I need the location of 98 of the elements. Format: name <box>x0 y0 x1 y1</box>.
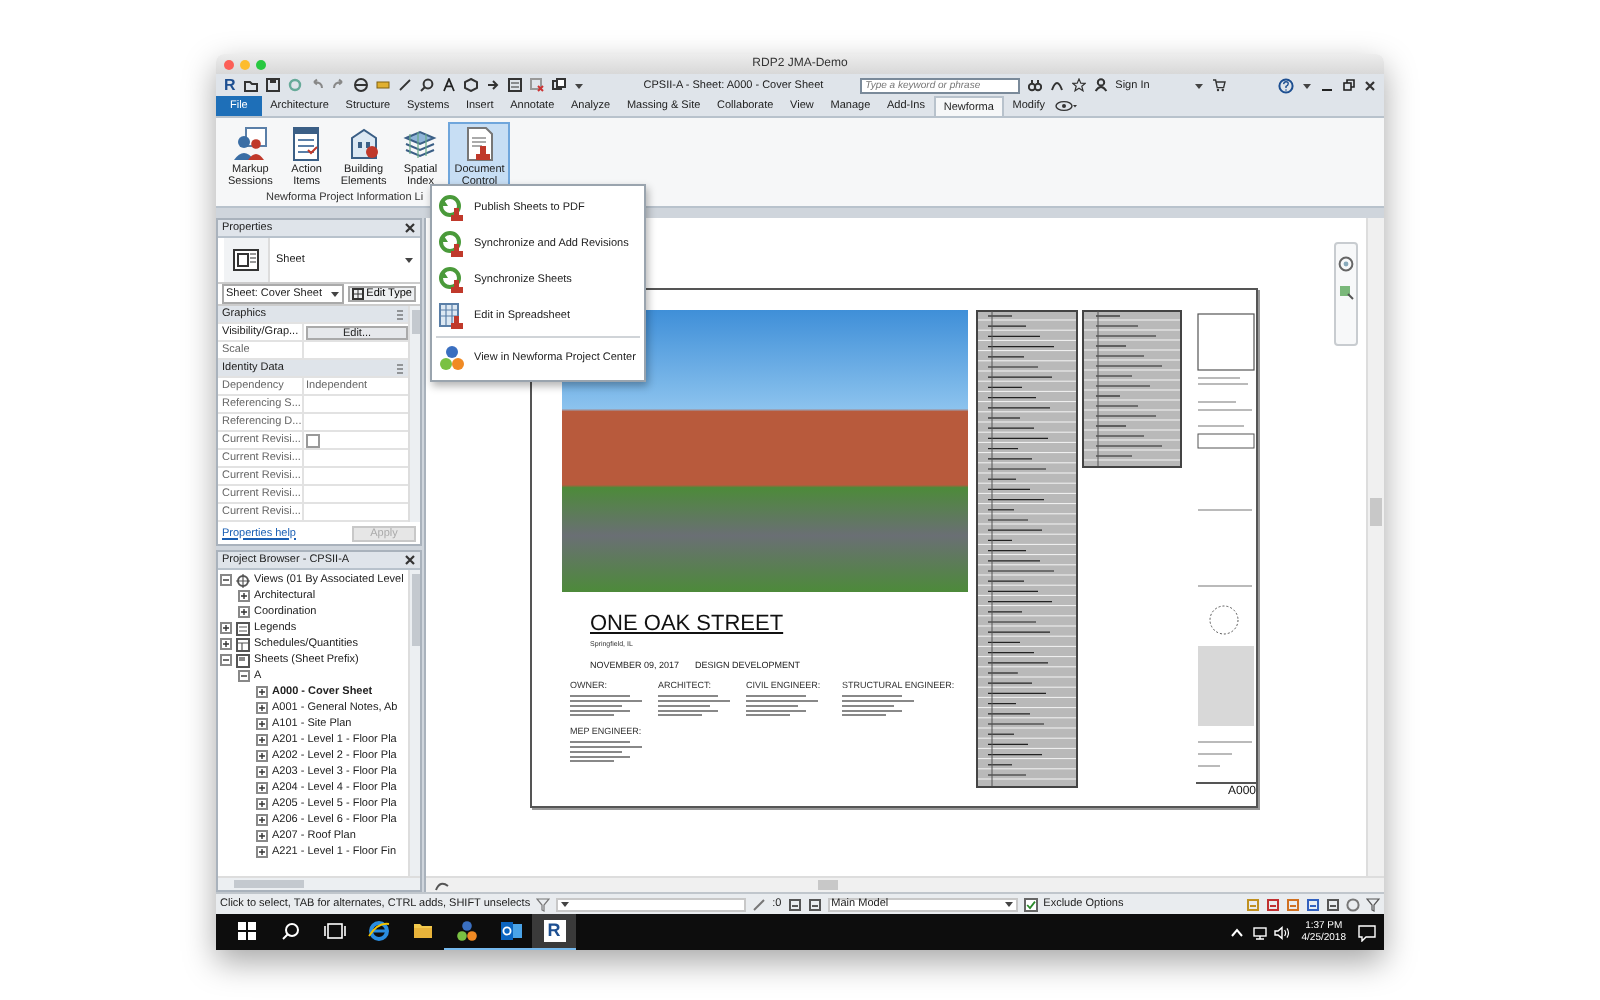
expand-toggle[interactable] <box>238 590 250 602</box>
views-icon <box>236 573 250 587</box>
task-view-icon[interactable] <box>323 922 345 940</box>
circle-icon[interactable] <box>1346 897 1360 911</box>
sync-stamp-icon <box>438 266 466 294</box>
expand-toggle[interactable] <box>256 702 268 714</box>
mail-icon[interactable] <box>499 920 521 942</box>
close-icon[interactable] <box>404 222 416 234</box>
address-lines-drawing <box>658 692 734 716</box>
navigation-bar[interactable] <box>1334 242 1358 346</box>
star-icon[interactable] <box>1071 78 1086 92</box>
taskbar-button[interactable]: R <box>532 914 576 950</box>
volume-icon[interactable] <box>1273 925 1290 939</box>
project-title: ONE OAK STREET <box>590 612 786 636</box>
caret-icon <box>560 900 571 908</box>
sync-stamp-icon <box>438 230 466 258</box>
restore-icon[interactable] <box>1342 78 1356 92</box>
filter-icon[interactable] <box>536 897 551 911</box>
view-3d-icon[interactable] <box>463 78 478 92</box>
scrollbar[interactable] <box>408 306 420 522</box>
sheets-icon <box>236 653 250 667</box>
expand-toggle[interactable] <box>256 814 268 826</box>
expand-toggle[interactable] <box>256 830 268 842</box>
document-stamp-icon[interactable] <box>461 126 498 162</box>
revit-app-icon[interactable]: R <box>543 920 565 942</box>
circles-icon <box>438 344 466 372</box>
visibility-toggle-icon[interactable] <box>1053 96 1078 116</box>
address-lines-drawing <box>570 738 646 762</box>
expand-toggle[interactable] <box>220 622 232 634</box>
address-lines-drawing <box>746 692 822 716</box>
open-folder-icon[interactable] <box>243 78 258 92</box>
sheet-list-icon[interactable] <box>507 78 522 92</box>
expand-toggle[interactable] <box>256 798 268 810</box>
address-lines-drawing <box>570 692 646 716</box>
expand-toggle[interactable] <box>220 638 232 650</box>
close-views-icon[interactable] <box>529 78 544 92</box>
address-lines-drawing <box>842 692 918 716</box>
type-caret-icon <box>404 256 414 264</box>
expand-toggle[interactable] <box>256 686 268 698</box>
user-icon[interactable] <box>1093 78 1108 92</box>
undo-icon[interactable] <box>309 78 324 92</box>
selection-icon[interactable] <box>752 897 767 911</box>
close-icon[interactable] <box>1364 79 1376 91</box>
schedule-icon <box>236 637 250 651</box>
help-icon[interactable] <box>1278 77 1294 93</box>
checkmark-icon <box>1025 899 1036 909</box>
text-icon[interactable] <box>441 78 456 92</box>
expand-toggle[interactable] <box>256 718 268 730</box>
checkbox[interactable] <box>306 433 320 447</box>
app-logo[interactable]: R <box>224 77 236 93</box>
binoculars-icon[interactable] <box>1027 78 1042 92</box>
scrollbar[interactable] <box>408 570 420 876</box>
expand-toggle[interactable] <box>238 606 250 618</box>
line-icon[interactable] <box>397 78 412 92</box>
checklist-icon[interactable] <box>288 126 325 162</box>
windows-start-icon[interactable] <box>237 922 255 940</box>
measure-icon[interactable] <box>375 78 390 92</box>
people-icon[interactable] <box>232 126 269 162</box>
section-icon[interactable] <box>485 78 500 92</box>
account-caret-icon <box>1193 81 1204 89</box>
notifications-icon[interactable] <box>1358 923 1376 941</box>
help-caret-icon <box>1302 81 1312 89</box>
layers-icon[interactable] <box>402 126 439 162</box>
browser-icon[interactable] <box>367 920 389 942</box>
expand-toggle[interactable] <box>256 766 268 778</box>
sheet-icon <box>232 246 260 274</box>
caret-icon <box>1003 900 1014 908</box>
network-icon[interactable] <box>1251 925 1268 939</box>
expand-toggle[interactable] <box>256 734 268 746</box>
close-icon[interactable] <box>404 554 416 566</box>
scrollbar[interactable] <box>218 876 420 890</box>
expand-toggle[interactable] <box>256 750 268 762</box>
building-icon[interactable] <box>345 126 382 162</box>
sync-stamp-icon <box>438 194 466 222</box>
circles-icon[interactable] <box>455 920 477 942</box>
expand-toggle[interactable] <box>256 782 268 794</box>
expand-toggle[interactable] <box>256 846 268 858</box>
redo-icon[interactable] <box>331 78 346 92</box>
checkbox[interactable] <box>1023 897 1038 911</box>
filter-icon[interactable] <box>1366 897 1380 911</box>
caret-icon <box>330 290 341 298</box>
chevron-up-icon[interactable] <box>1229 925 1244 939</box>
spreadsheet-stamp-icon <box>438 302 466 330</box>
scrollbar[interactable] <box>1366 218 1384 876</box>
edit-type-icon <box>352 288 365 300</box>
expand-toggle[interactable] <box>220 654 232 666</box>
switch-windows-icon[interactable] <box>551 78 566 92</box>
steering-wheel-icon[interactable] <box>1338 256 1354 272</box>
expand-toggle[interactable] <box>238 670 250 682</box>
expand-toggle[interactable] <box>220 574 232 586</box>
zoom-icon[interactable] <box>1338 284 1354 300</box>
folder-icon[interactable] <box>411 920 433 942</box>
save-icon[interactable] <box>265 78 280 92</box>
search-icon[interactable] <box>281 922 299 940</box>
cart-icon[interactable] <box>1211 78 1226 92</box>
customize-caret-icon <box>573 81 584 89</box>
view-control-icon[interactable] <box>434 879 450 891</box>
legend-icon <box>236 621 250 635</box>
